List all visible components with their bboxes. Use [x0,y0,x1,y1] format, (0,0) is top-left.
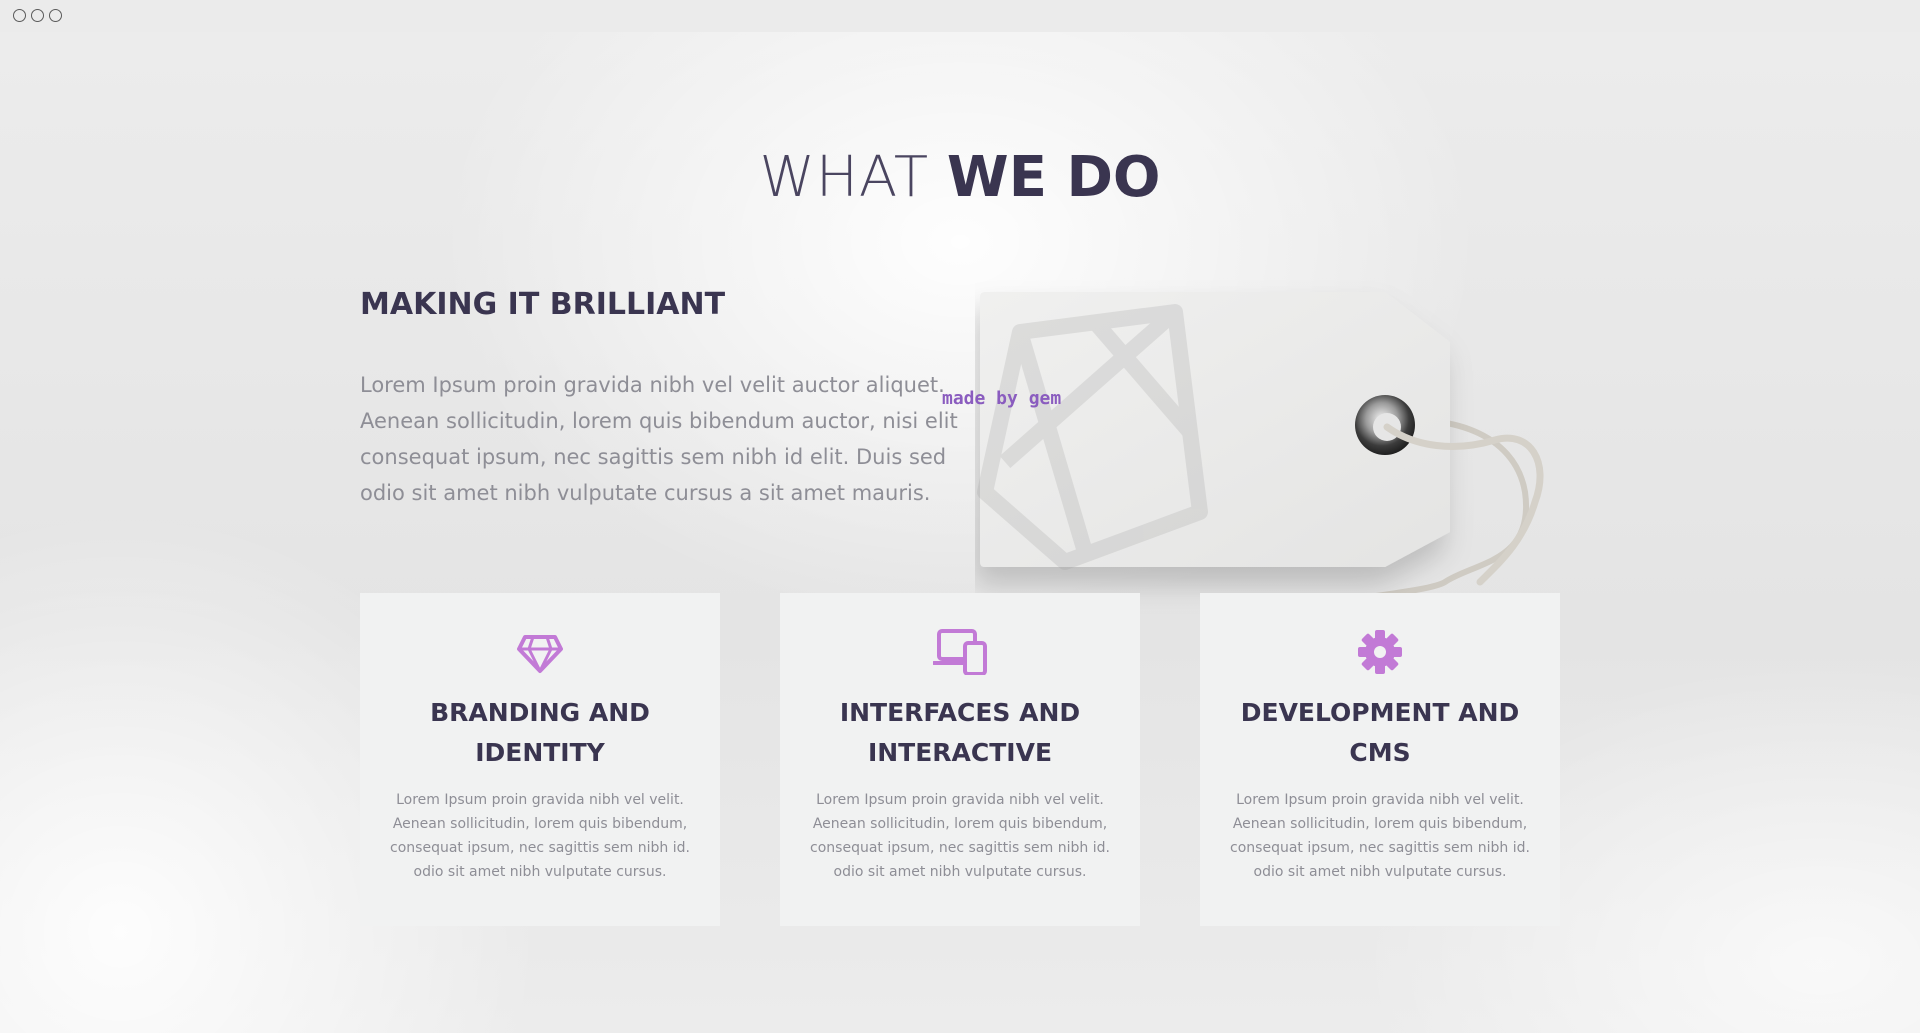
page-viewport: WHAT WE DO MAKING IT BRILLIANT Lorem Ips… [0,32,1920,1033]
service-card-development: DEVELOPMENT AND CMS Lorem Ipsum proin gr… [1200,593,1560,926]
tag-label: made by gem [942,388,1062,409]
service-title: BRANDING AND IDENTITY [430,698,650,767]
service-title: INTERFACES AND INTERACTIVE [839,698,1081,767]
section-heading-light: WHAT [759,145,930,210]
maximize-window-button[interactable] [49,9,62,22]
gear-icon [1200,629,1560,675]
window-titlebar [0,0,1920,32]
intro-paragraph: Lorem Ipsum proin gravida nibh vel velit… [360,373,958,505]
close-window-button[interactable] [13,9,26,22]
devices-icon [780,629,1140,675]
minimize-window-button[interactable] [31,9,44,22]
service-text: Lorem Ipsum proin gravida nibh vel velit… [810,792,1110,880]
section-heading: WHAT WE DO [0,144,1920,211]
service-text: Lorem Ipsum proin gravida nibh vel velit… [390,792,690,880]
service-card-interfaces: INTERFACES AND INTERACTIVE Lorem Ipsum p… [780,593,1140,926]
section-heading-bold: WE DO [946,145,1161,210]
service-card-branding: BRANDING AND IDENTITY Lorem Ipsum proin … [360,593,720,926]
tag-image [975,262,1575,625]
tag-illustration [977,292,1544,625]
intro-title: MAKING IT BRILLIANT [360,287,726,322]
window-controls [13,9,62,22]
service-text: Lorem Ipsum proin gravida nibh vel velit… [1230,792,1530,880]
diamond-icon [360,629,720,675]
service-title: DEVELOPMENT AND CMS [1240,698,1520,767]
